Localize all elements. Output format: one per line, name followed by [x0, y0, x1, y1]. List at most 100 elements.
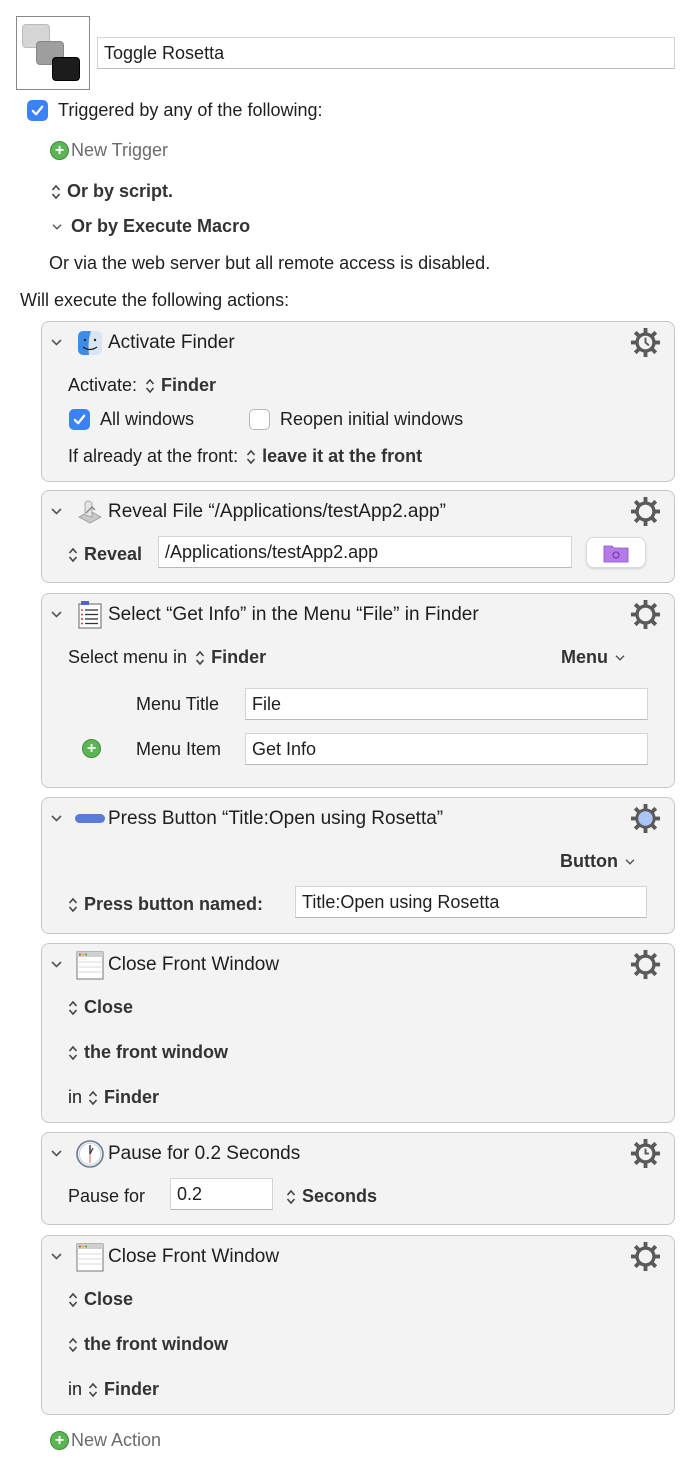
pause-unit-popup[interactable]: Seconds: [286, 1186, 377, 1207]
add-menu-item-button[interactable]: +: [82, 739, 101, 758]
all-windows-checkbox-row[interactable]: All windows: [69, 409, 194, 430]
if-front-value: leave it at the front: [262, 446, 423, 466]
updown-icon: [68, 1000, 78, 1016]
in-app-popup[interactable]: Finder: [88, 1379, 159, 1400]
updown-icon: [51, 184, 61, 200]
menu-title-field[interactable]: File: [245, 688, 648, 720]
pause-duration-field[interactable]: 0.2: [170, 1178, 273, 1210]
if-front-popup[interactable]: leave it at the front: [246, 446, 422, 467]
window-icon: [76, 1243, 104, 1272]
actions-header: Will execute the following actions:: [20, 290, 290, 310]
gear-clock-icon[interactable]: [630, 327, 661, 358]
window-icon: [76, 951, 104, 980]
action-header[interactable]: Pause for 0.2 Seconds: [42, 1133, 674, 1175]
menu-item-label: Menu Item: [136, 739, 222, 759]
action-reveal-file[interactable]: Reveal File “/Applications/testApp2.app”…: [41, 490, 675, 583]
pause-for-label: Pause for: [68, 1186, 146, 1206]
new-action-button[interactable]: + New Action: [50, 1430, 161, 1451]
choose-file-button[interactable]: [586, 537, 646, 568]
disclosure-chevron-icon[interactable]: [50, 507, 63, 516]
web-server-note: Or via the web server but all remote acc…: [49, 253, 491, 273]
action-header[interactable]: Reveal File “/Applications/testApp2.app”: [42, 491, 674, 533]
chevron-down-icon: [51, 223, 63, 231]
window-target-popup[interactable]: the front window: [68, 1334, 228, 1355]
menu-item-field[interactable]: Get Info: [245, 733, 648, 765]
gear-icon[interactable]: [630, 949, 661, 980]
button-icon: [75, 814, 105, 823]
reveal-path-field[interactable]: /Applications/testApp2.app: [158, 536, 572, 568]
disclosure-chevron-icon[interactable]: [50, 610, 63, 619]
updown-icon: [88, 1382, 98, 1398]
disclosure-chevron-icon[interactable]: [50, 1252, 63, 1261]
action-title: Close Front Window: [108, 954, 280, 975]
button-type-label: Button: [560, 851, 618, 871]
all-windows-checkbox[interactable]: [69, 409, 90, 430]
action-select-menu[interactable]: Select “Get Info” in the Menu “File” in …: [41, 593, 675, 788]
action-activate-finder[interactable]: Activate Finder Activate: Finder All win…: [41, 321, 675, 482]
action-header[interactable]: Press Button “Title:Open using Rosetta”: [42, 798, 674, 840]
reveal-mode-value: Reveal: [84, 544, 143, 564]
updown-icon: [88, 1090, 98, 1106]
action-header[interactable]: Select “Get Info” in the Menu “File” in …: [42, 594, 674, 636]
gear-icon[interactable]: [630, 496, 661, 527]
add-icon: +: [50, 141, 69, 160]
in-app-row: in Finder: [68, 1379, 159, 1400]
activate-row: Activate: Finder: [68, 375, 216, 396]
or-by-script-popup[interactable]: Or by script.: [51, 181, 173, 202]
macro-icon[interactable]: [16, 16, 90, 90]
updown-icon: [68, 1292, 78, 1308]
clock-icon: [76, 1140, 104, 1168]
action-close-front-window[interactable]: Close Front Window Close the front windo…: [41, 943, 675, 1123]
if-front-row: If already at the front: leave it at the…: [68, 446, 422, 467]
action-press-button[interactable]: Press Button “Title:Open using Rosetta” …: [41, 797, 675, 934]
window-target-popup[interactable]: the front window: [68, 1042, 228, 1063]
in-app-popup[interactable]: Finder: [88, 1087, 159, 1108]
all-windows-label: All windows: [100, 409, 195, 429]
disclosure-chevron-icon[interactable]: [50, 338, 63, 347]
action-title: Press Button “Title:Open using Rosetta”: [108, 808, 444, 829]
action-title: Select “Get Info” in the Menu “File” in …: [108, 604, 479, 625]
press-button-popup[interactable]: Press button named:: [68, 894, 263, 915]
or-by-execute-macro-disclosure[interactable]: Or by Execute Macro: [51, 216, 250, 237]
reopen-windows-checkbox[interactable]: [249, 409, 270, 430]
finder-icon: [78, 331, 102, 355]
reveal-mode-popup[interactable]: Reveal: [68, 544, 142, 565]
macro-name-field[interactable]: Toggle Rosetta: [97, 37, 675, 69]
select-menu-app-popup[interactable]: Finder: [195, 647, 266, 668]
action-header[interactable]: Close Front Window: [42, 944, 674, 986]
action-header[interactable]: Close Front Window: [42, 1236, 674, 1278]
activate-app-value: Finder: [161, 375, 217, 395]
disclosure-chevron-icon[interactable]: [50, 960, 63, 969]
reopen-windows-checkbox-row[interactable]: Reopen initial windows: [249, 409, 463, 430]
action-pause[interactable]: Pause for 0.2 Seconds Pause for 0.2 Seco…: [41, 1132, 675, 1225]
gear-icon[interactable]: [630, 599, 661, 630]
button-name-field[interactable]: Title:Open using Rosetta: [295, 886, 647, 918]
triggers-header: Triggered by any of the following:: [58, 100, 323, 120]
gear-clock-icon[interactable]: [630, 1138, 661, 1169]
button-type-dropdown[interactable]: Button: [560, 851, 644, 872]
in-app-value: Finder: [104, 1087, 160, 1107]
reopen-windows-label: Reopen initial windows: [280, 409, 464, 429]
or-by-script-label: Or by script.: [67, 181, 174, 201]
gear-active-icon[interactable]: [630, 803, 661, 834]
select-menu-app-value: Finder: [211, 647, 267, 667]
action-close-front-window[interactable]: Close Front Window Close the front windo…: [41, 1235, 675, 1415]
disclosure-chevron-icon[interactable]: [50, 1149, 63, 1158]
gear-icon[interactable]: [630, 1241, 661, 1272]
activate-app-popup[interactable]: Finder: [145, 375, 216, 396]
triggers-enabled-row[interactable]: Triggered by any of the following:: [27, 100, 322, 121]
close-action-popup[interactable]: Close: [68, 1289, 133, 1310]
in-label: in: [68, 1379, 83, 1399]
action-header[interactable]: Activate Finder: [42, 322, 674, 364]
key-icon: [52, 57, 80, 81]
new-trigger-button[interactable]: + New Trigger: [50, 140, 168, 161]
close-action-popup[interactable]: Close: [68, 997, 133, 1018]
triggers-checkbox[interactable]: [27, 100, 48, 121]
press-button-label: Press button named:: [84, 894, 264, 914]
chevron-down-icon: [614, 654, 626, 662]
disclosure-chevron-icon[interactable]: [50, 814, 63, 823]
updown-icon: [68, 1337, 78, 1353]
new-action-label: New Action: [71, 1430, 162, 1450]
menu-type-dropdown[interactable]: Menu: [561, 647, 634, 668]
chevron-down-icon: [624, 858, 636, 866]
